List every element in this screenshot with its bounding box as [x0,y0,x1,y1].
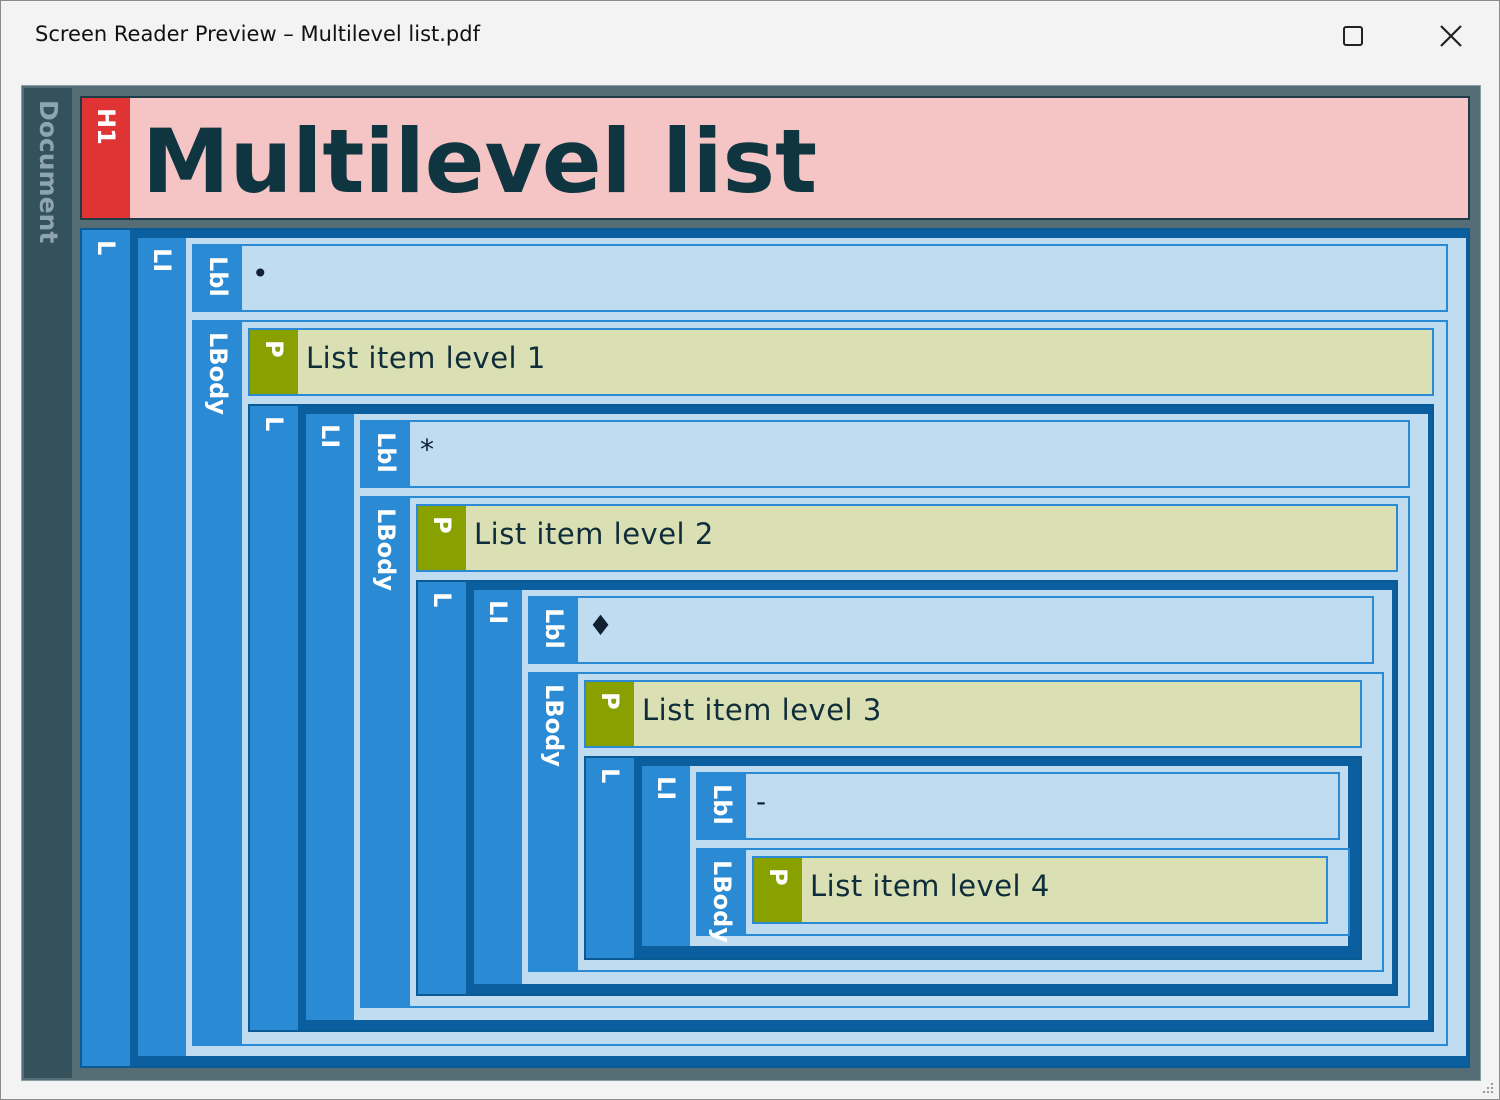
list-node-level-3[interactable]: L LI Lbl ♦ LBody P List item level 3 L L… [416,580,1398,996]
maximize-button[interactable] [1323,11,1383,61]
maximize-icon [1343,26,1363,46]
list-item-node-level-4[interactable]: LI Lbl - LBody P List item level 4 [640,764,1350,948]
screen-reader-preview-window: Screen Reader Preview – Multilevel list.… [0,0,1500,1100]
paragraph-node-level-2[interactable]: P List item level 2 [416,504,1398,572]
list-body-node-level-3[interactable]: LBody P List item level 3 L LI Lbl - LBo… [528,672,1384,972]
paragraph-node-level-1[interactable]: P List item level 1 [248,328,1434,396]
label-tag: Lbl [362,422,410,486]
list-item-tag: LI [642,766,690,946]
list-item-node-level-1[interactable]: LI Lbl • LBody P List item level 1 L LI … [136,236,1468,1058]
list-item-tag: LI [306,414,354,1020]
label-tag: Lbl [698,774,746,838]
list-tag: L [586,758,634,958]
paragraph-text: List item level 3 [642,693,882,727]
paragraph-node-level-3[interactable]: P List item level 3 [584,680,1362,748]
list-body-node-level-4[interactable]: LBody P List item level 4 [696,848,1350,943]
label-node-level-4[interactable]: Lbl - [696,772,1340,840]
label-tag: Lbl [530,598,578,662]
label-text: ♦ [588,609,614,642]
preview-area[interactable]: Document H1 Multilevel list L LI Lbl • L… [21,85,1481,1081]
label-tag: Lbl [194,246,242,310]
list-node-level-1[interactable]: L LI Lbl • LBody P List item level 1 L L… [80,228,1470,1068]
close-icon [1440,25,1462,47]
heading-content: Multilevel list [130,98,1468,218]
list-body-tag: LBody [698,850,746,943]
paragraph-text: List item level 4 [810,869,1050,903]
list-item-content: Lbl • LBody P List item level 1 L LI Lbl… [186,238,1466,1056]
list-body-node-level-1[interactable]: LBody P List item level 1 L LI Lbl * LBo… [192,320,1448,1046]
list-body-node-level-2[interactable]: LBody P List item level 2 L LI Lbl ♦ LBo… [360,496,1410,1008]
list-body-tag: LBody [530,674,578,970]
list-body-tag: LBody [194,322,242,1044]
list-node-level-2[interactable]: L LI Lbl * LBody P List item level 2 L L… [248,404,1434,1032]
label-text: * [420,433,434,466]
paragraph-tag: P [754,858,802,922]
paragraph-tag: P [586,682,634,746]
list-node-level-4[interactable]: L LI Lbl - LBody P List item level 4 [584,756,1362,960]
list-tag: L [250,406,298,1030]
heading-tag: H1 [82,98,130,218]
paragraph-text: List item level 1 [306,341,546,375]
title-bar[interactable]: Screen Reader Preview – Multilevel list.… [1,1,1499,71]
paragraph-tag: P [250,330,298,394]
list-content: LI Lbl • LBody P List item level 1 L LI … [130,230,1468,1066]
list-tag: L [418,582,466,994]
paragraph-node-level-4[interactable]: P List item level 4 [752,856,1328,924]
paragraph-tag: P [418,506,466,570]
document-tag: Document [34,100,63,244]
document-content: H1 Multilevel list L LI Lbl • LBody P Li… [72,88,1478,1078]
list-item-node-level-3[interactable]: LI Lbl ♦ LBody P List item level 3 L LI … [472,588,1394,986]
window-title: Screen Reader Preview – Multilevel list.… [35,22,480,46]
heading-text: Multilevel list [142,110,818,213]
label-text: • [252,257,269,290]
label-node-level-1[interactable]: Lbl • [192,244,1448,312]
list-item-node-level-2[interactable]: LI Lbl * LBody P List item level 2 L LI … [304,412,1430,1022]
label-node-level-2[interactable]: Lbl * [360,420,1410,488]
list-item-tag: LI [138,238,186,1056]
list-tag: L [82,230,130,1066]
heading-node[interactable]: H1 Multilevel list [80,96,1470,220]
paragraph-text: List item level 2 [474,517,714,551]
document-node: Document H1 Multilevel list L LI Lbl • L… [24,88,1478,1078]
label-text: - [756,785,767,818]
label-node-level-3[interactable]: Lbl ♦ [528,596,1374,664]
list-body-tag: LBody [362,498,410,1006]
close-button[interactable] [1421,11,1481,61]
list-item-tag: LI [474,590,522,984]
resize-grip-icon[interactable] [1481,1081,1495,1095]
